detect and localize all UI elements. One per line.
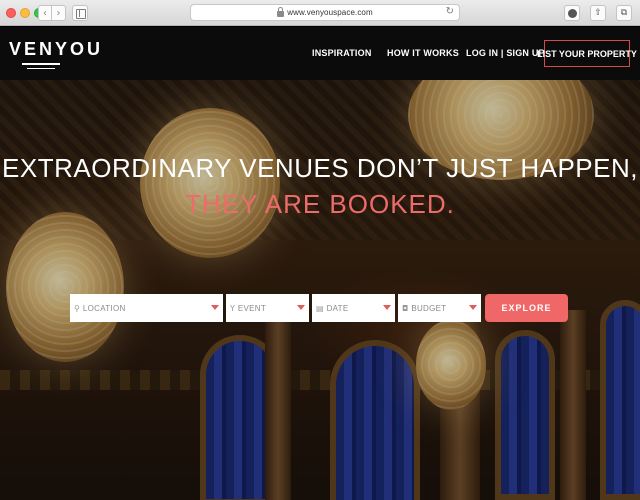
hero-subheadline: THEY ARE BOOKED. [185,189,455,219]
location-placeholder: LOCATION [82,303,126,313]
reload-icon[interactable]: ↻ [446,6,454,17]
chevron-left-icon: ‹ [43,7,47,19]
budget-placeholder: BUDGET [411,303,447,313]
browser-toolbar: ‹ › www.venyouspace.com ↻ ⇧ ⧉ [0,0,640,26]
venyou-logo[interactable]: VENYOU [9,39,103,60]
glass-icon: Y [230,303,235,313]
forward-button[interactable]: › [52,5,66,21]
toolbar-right-buttons: ⇧ ⧉ [564,5,632,21]
sidebar-toggle-button[interactable] [72,5,88,21]
chevron-down-icon [211,305,219,310]
date-select[interactable]: ▤ DATE [312,294,395,322]
nav-how-it-works[interactable]: HOW IT WORKS [387,48,459,58]
explore-button[interactable]: EXPLORE [485,294,568,322]
chevron-down-icon [383,305,391,310]
hero-headline: EXTRAORDINARY VENUES DON’T JUST HAPPEN, [2,153,638,183]
history-buttons: ‹ › [38,5,66,21]
nav-inspiration[interactable]: INSPIRATION [312,48,372,58]
chevron-right-icon: › [56,7,61,19]
back-button[interactable]: ‹ [38,5,52,21]
url-text: www.venyouspace.com [287,8,373,17]
share-button[interactable]: ⇧ [590,5,606,21]
address-bar[interactable]: www.venyouspace.com ↻ [190,4,460,21]
event-select[interactable]: Y EVENT [226,294,309,322]
map-pin-icon: ⚲ [74,303,80,313]
list-property-button[interactable]: LIST YOUR PROPERTY [537,40,637,67]
nav-login-signup[interactable]: LOG IN | SIGN UP [466,48,545,58]
event-placeholder: EVENT [237,303,267,313]
calendar-icon: ▤ [316,303,324,313]
chevron-down-icon [469,305,477,310]
tabs-icon: ⧉ [620,8,628,18]
share-icon: ⇧ [594,8,602,18]
hero-section: EXTRAORDINARY VENUES DON’T JUST HAPPEN, … [0,80,640,500]
close-window-button[interactable] [6,8,16,18]
chevron-down-icon [297,305,305,310]
extension-button[interactable] [564,5,580,21]
extension-icon [567,8,577,18]
lock-icon [277,6,285,17]
venue-search-bar: ⚲ LOCATION Y EVENT ▤ DATE ◘ BUDGET EXPLO… [70,294,568,322]
date-placeholder: DATE [326,303,349,313]
logo-underline [22,63,60,72]
budget-select[interactable]: ◘ BUDGET [398,294,481,322]
minimize-window-button[interactable] [20,8,30,18]
wallet-icon: ◘ [402,303,409,313]
tabs-button[interactable]: ⧉ [616,5,632,21]
hero-overlay [0,80,640,500]
location-select[interactable]: ⚲ LOCATION [70,294,223,322]
